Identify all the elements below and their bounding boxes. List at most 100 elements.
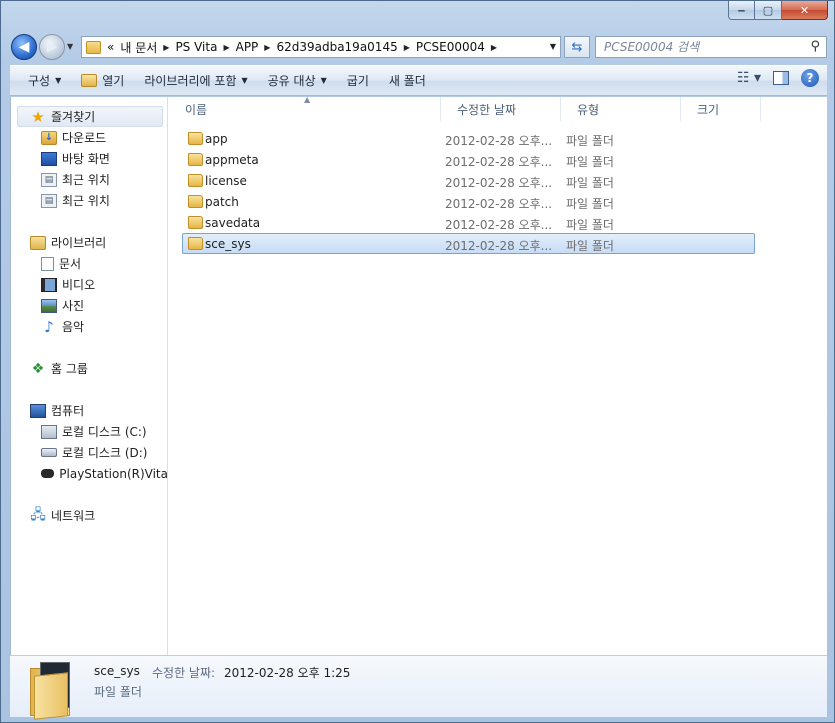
chevron-right-icon[interactable]: ▶ bbox=[491, 43, 497, 52]
file-row-appmeta[interactable]: appmeta 2012-02-28 오후... 파일 폴더 bbox=[182, 149, 755, 170]
view-controls: ☷ ▾ ? bbox=[737, 69, 819, 87]
sidebar-item-label: 다운로드 bbox=[62, 131, 107, 145]
chevron-down-icon: ▼ bbox=[55, 76, 62, 85]
breadcrumb-overflow[interactable]: « bbox=[107, 40, 114, 54]
file-modified: 2012-02-28 오후... bbox=[445, 197, 553, 211]
organize-menu[interactable]: 구성 ▼ bbox=[18, 69, 71, 93]
sidebar-item-favorites[interactable]: ★ 즐겨찾기 bbox=[17, 106, 163, 127]
preview-pane-icon[interactable] bbox=[773, 71, 789, 85]
explorer-window: ‒ ▢ ✕ ◀ ▶ ▼ « 내 문서 ▶ PS Vita ▶ APP ▶ 62d… bbox=[0, 0, 835, 723]
details-modified-label: 수정한 날짜: bbox=[152, 666, 216, 680]
sidebar-item-homegroup[interactable]: ❖ 홈 그룹 bbox=[11, 358, 168, 379]
change-view-icon[interactable]: ☷ ▾ bbox=[737, 70, 761, 86]
sort-ascending-icon: ▲ bbox=[304, 95, 311, 104]
sidebar-item-pictures[interactable]: 사진 bbox=[11, 295, 168, 316]
search-input[interactable] bbox=[604, 40, 794, 54]
hard-drive-icon bbox=[41, 448, 57, 457]
file-row-patch[interactable]: patch 2012-02-28 오후... 파일 폴더 bbox=[182, 191, 755, 212]
refresh-icon: ⇆ bbox=[571, 39, 583, 55]
minimize-button[interactable]: ‒ bbox=[728, 1, 755, 20]
sidebar-item-network[interactable]: 🖧 네트워크 bbox=[11, 505, 168, 526]
burn-button[interactable]: 굽기 bbox=[337, 69, 379, 93]
folder-icon bbox=[188, 132, 203, 145]
chevron-right-icon[interactable]: ▶ bbox=[404, 43, 410, 52]
sidebar-item-label: 로컬 디스크 (C:) bbox=[62, 425, 147, 439]
column-header-type[interactable]: 유형 bbox=[561, 97, 681, 121]
sidebar-item-computer[interactable]: 컴퓨터 bbox=[11, 400, 168, 421]
recent-places-icon: ▤ bbox=[41, 172, 57, 187]
sidebar-item-recent-places[interactable]: ▤ 최근 위치 bbox=[11, 169, 168, 190]
file-modified: 2012-02-28 오후... bbox=[445, 155, 553, 169]
breadcrumb-app[interactable]: APP bbox=[236, 40, 259, 54]
address-bar[interactable]: « 내 문서 ▶ PS Vita ▶ APP ▶ 62d39adba19a014… bbox=[81, 36, 561, 58]
column-header-size[interactable]: 크기 bbox=[681, 97, 761, 121]
search-box[interactable]: ⚲ bbox=[595, 36, 827, 58]
file-name: patch bbox=[205, 195, 239, 209]
breadcrumb-account-id[interactable]: 62d39adba19a0145 bbox=[276, 40, 397, 54]
file-row-app[interactable]: app 2012-02-28 오후... 파일 폴더 bbox=[182, 128, 755, 149]
column-header-label: 수정한 날짜 bbox=[457, 102, 517, 117]
close-button[interactable]: ✕ bbox=[782, 1, 828, 20]
search-icon[interactable]: ⚲ bbox=[810, 39, 820, 54]
sidebar-item-libraries[interactable]: 라이브러리 bbox=[11, 232, 168, 253]
computer-icon bbox=[30, 403, 46, 418]
music-icon: ♪ bbox=[44, 317, 54, 336]
file-modified: 2012-02-28 오후... bbox=[445, 176, 553, 190]
downloads-icon: ↓ bbox=[41, 130, 57, 145]
breadcrumb-my-documents[interactable]: 내 문서 bbox=[120, 39, 157, 56]
details-modified-value: 2012-02-28 오후 1:25 bbox=[224, 666, 351, 680]
sidebar-item-music[interactable]: ♪ 음악 bbox=[11, 316, 168, 337]
address-history-dropdown-icon[interactable]: ▼ bbox=[550, 42, 556, 51]
breadcrumb-ps-vita[interactable]: PS Vita bbox=[175, 40, 217, 54]
forward-button[interactable]: ▶ bbox=[39, 34, 65, 60]
organize-label: 구성 bbox=[28, 74, 51, 88]
column-header-name[interactable]: 이름 ▲ bbox=[169, 95, 441, 121]
details-item-name: sce_sys bbox=[94, 664, 140, 678]
sidebar-item-desktop[interactable]: 바탕 화면 bbox=[11, 148, 168, 169]
maximize-button[interactable]: ▢ bbox=[755, 1, 782, 20]
burn-label: 굽기 bbox=[346, 74, 369, 88]
help-icon[interactable]: ? bbox=[801, 69, 819, 87]
sidebar-item-recent-places-2[interactable]: ▤ 최근 위치 bbox=[11, 190, 168, 211]
chevron-right-icon[interactable]: ▶ bbox=[163, 43, 169, 52]
sidebar-item-label: 문서 bbox=[59, 257, 82, 271]
sidebar-item-label: 비디오 bbox=[62, 278, 96, 292]
sidebar-item-ps-vita[interactable]: PlayStation(R)Vita bbox=[11, 463, 168, 484]
sidebar-item-drive-c[interactable]: 로컬 디스크 (C:) bbox=[11, 421, 168, 442]
folder-icon bbox=[188, 237, 203, 250]
file-row-savedata[interactable]: savedata 2012-02-28 오후... 파일 폴더 bbox=[182, 212, 755, 233]
open-button[interactable]: 열기 bbox=[71, 69, 134, 93]
refresh-button[interactable]: ⇆ bbox=[564, 36, 590, 58]
sidebar-item-videos[interactable]: 비디오 bbox=[11, 274, 168, 295]
new-folder-button[interactable]: 새 폴더 bbox=[379, 69, 436, 93]
folder-thumbnail-icon bbox=[30, 660, 76, 720]
back-button[interactable]: ◀ bbox=[11, 34, 37, 60]
include-in-library-label: 라이브러리에 포함 bbox=[144, 74, 237, 88]
open-folder-icon bbox=[81, 74, 98, 87]
file-type: 파일 폴더 bbox=[566, 197, 614, 211]
recent-pages-dropdown-icon[interactable]: ▼ bbox=[67, 42, 73, 51]
column-header-modified[interactable]: 수정한 날짜 bbox=[441, 97, 561, 121]
chevron-right-icon[interactable]: ▶ bbox=[223, 43, 229, 52]
breadcrumb-pcse00004[interactable]: PCSE00004 bbox=[416, 40, 485, 54]
file-type: 파일 폴더 bbox=[566, 176, 614, 190]
file-row-license[interactable]: license 2012-02-28 오후... 파일 폴더 bbox=[182, 170, 755, 191]
file-modified: 2012-02-28 오후... bbox=[445, 218, 553, 232]
file-type: 파일 폴더 bbox=[566, 218, 614, 232]
sidebar-item-drive-d[interactable]: 로컬 디스크 (D:) bbox=[11, 442, 168, 463]
chevron-right-icon[interactable]: ▶ bbox=[264, 43, 270, 52]
sidebar-item-label: 바탕 화면 bbox=[62, 152, 110, 166]
file-type: 파일 폴더 bbox=[566, 239, 614, 253]
file-name: appmeta bbox=[205, 153, 259, 167]
sidebar-item-documents[interactable]: 문서 bbox=[11, 253, 168, 274]
chevron-down-icon: ▼ bbox=[320, 76, 327, 85]
sidebar-item-downloads[interactable]: ↓ 다운로드 bbox=[11, 127, 168, 148]
sidebar-item-label: 네트워크 bbox=[51, 509, 96, 523]
details-item-type: 파일 폴더 bbox=[94, 685, 142, 699]
share-with-menu[interactable]: 공유 대상 ▼ bbox=[258, 69, 337, 93]
recent-places-icon: ▤ bbox=[41, 193, 57, 208]
file-row-sce-sys[interactable]: sce_sys 2012-02-28 오후... 파일 폴더 bbox=[182, 233, 755, 254]
pictures-icon bbox=[41, 298, 57, 313]
include-in-library-menu[interactable]: 라이브러리에 포함 ▼ bbox=[134, 69, 257, 93]
star-icon: ★ bbox=[31, 107, 45, 126]
